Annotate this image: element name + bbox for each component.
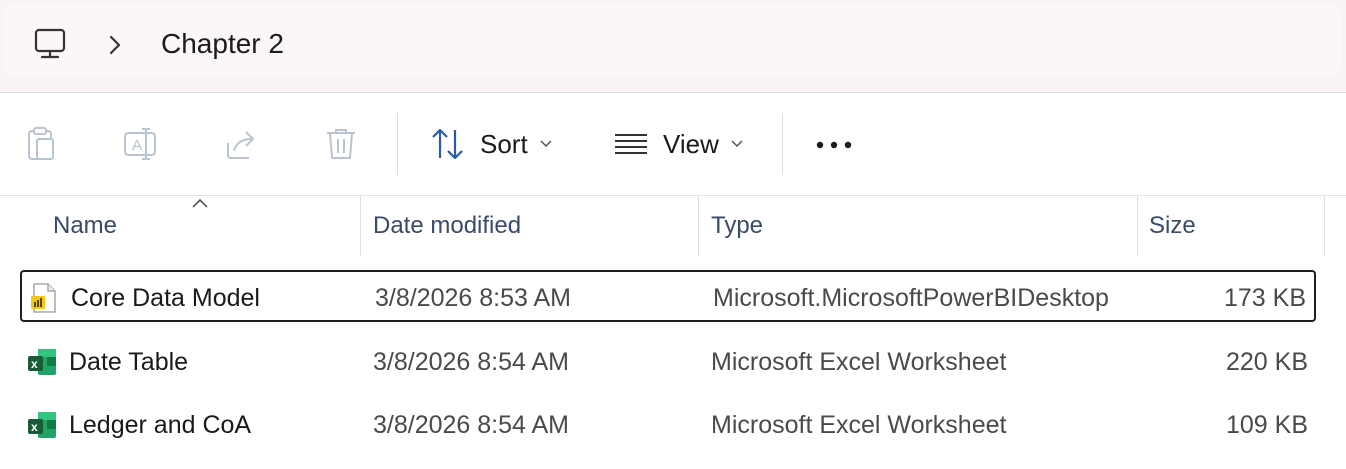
sort-ascending-icon — [192, 198, 208, 208]
command-bar: A Sort View — [0, 93, 1346, 196]
sort-button[interactable]: Sort — [430, 115, 552, 173]
chevron-down-icon — [540, 140, 552, 148]
file-row[interactable]: Core Data Model 3/8/2026 8:53 AM Microso… — [20, 270, 1316, 322]
sort-label: Sort — [480, 128, 528, 159]
chevron-down-icon — [731, 140, 743, 148]
file-date-modified: 3/8/2026 8:53 AM — [375, 284, 571, 312]
column-divider[interactable] — [360, 196, 361, 256]
column-header-date-modified[interactable]: Date modified — [373, 212, 521, 240]
toolbar-divider — [782, 113, 783, 175]
view-label: View — [663, 128, 719, 159]
file-date-modified: 3/8/2026 8:54 AM — [373, 411, 569, 439]
file-name: Ledger and CoA — [69, 411, 252, 439]
sort-icon — [432, 128, 463, 160]
breadcrumb[interactable]: Chapter 2 — [4, 4, 1342, 76]
computer-icon[interactable] — [32, 26, 68, 62]
column-header-name[interactable]: Name — [53, 212, 117, 240]
breadcrumb-current-folder[interactable]: Chapter 2 — [161, 28, 284, 60]
address-bar: Chapter 2 — [0, 0, 1346, 93]
file-row[interactable]: x Ledger and CoA 3/8/2026 8:54 AM Micros… — [20, 399, 1316, 451]
column-divider[interactable] — [698, 196, 699, 256]
file-size: 109 KB — [1225, 411, 1308, 439]
file-row[interactable]: x Date Table 3/8/2026 8:54 AM Microsoft … — [20, 336, 1316, 388]
svg-text:x: x — [31, 420, 38, 434]
list-view-icon — [615, 134, 647, 154]
rename-icon[interactable]: A — [122, 125, 160, 163]
view-button[interactable]: View — [613, 115, 743, 173]
file-type: Microsoft Excel Worksheet — [711, 411, 1007, 439]
file-name: Core Data Model — [71, 284, 260, 312]
file-size: 173 KB — [1223, 284, 1306, 312]
chevron-right-icon[interactable] — [107, 34, 123, 56]
more-options-icon[interactable] — [812, 135, 856, 155]
svg-text:x: x — [31, 357, 38, 371]
file-size: 220 KB — [1225, 348, 1308, 376]
toolbar-divider — [397, 113, 398, 175]
column-divider[interactable] — [1137, 196, 1138, 256]
column-headers: Name Date modified Type Size — [0, 196, 1346, 260]
excel-file-icon: x — [28, 349, 56, 375]
powerbi-file-icon — [31, 283, 56, 313]
file-type: Microsoft.MicrosoftPowerBIDesktop — [713, 284, 1109, 312]
share-icon[interactable] — [222, 125, 260, 163]
file-name: Date Table — [69, 348, 189, 376]
column-divider[interactable] — [1324, 196, 1325, 256]
paste-icon[interactable] — [22, 125, 60, 163]
file-date-modified: 3/8/2026 8:54 AM — [373, 348, 569, 376]
delete-icon[interactable] — [322, 125, 360, 163]
column-header-type[interactable]: Type — [711, 212, 763, 240]
column-header-size[interactable]: Size — [1149, 212, 1196, 240]
excel-file-icon: x — [28, 412, 56, 438]
file-type: Microsoft Excel Worksheet — [711, 348, 1007, 376]
svg-text:A: A — [132, 137, 142, 154]
